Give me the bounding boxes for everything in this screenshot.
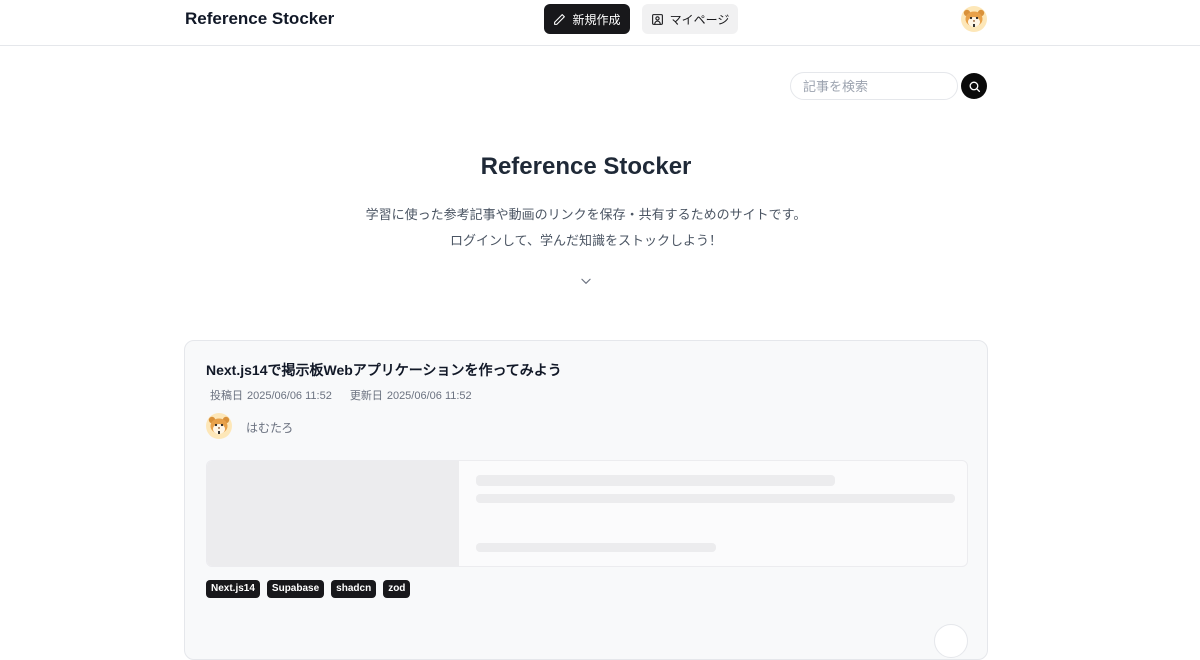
author-name[interactable]: はむたろ <box>246 419 293 436</box>
article-meta: 投稿日 2025/06/06 11:52 更新日 2025/06/06 11:52 <box>206 387 472 403</box>
updated-label: 更新日 <box>349 390 383 402</box>
tag-list: Next.js14 Supabase shadcn zod <box>206 580 411 598</box>
new-post-label: 新規作成 <box>572 12 621 27</box>
search-button[interactable] <box>961 73 987 99</box>
posted-value: 2025/06/06 11:52 <box>247 390 332 402</box>
tag-badge[interactable]: shadcn <box>331 580 377 598</box>
skeleton-line <box>476 543 716 552</box>
mypage-label: マイページ <box>669 12 730 27</box>
card-action-button[interactable] <box>934 624 968 658</box>
updated-date: 更新日 2025/06/06 11:52 <box>346 387 472 403</box>
search-icon <box>969 81 980 92</box>
author-avatar[interactable] <box>206 413 232 439</box>
user-square-icon <box>651 13 663 25</box>
search-input[interactable] <box>791 73 957 99</box>
link-preview[interactable] <box>206 460 968 567</box>
search-box <box>790 72 958 100</box>
hero-description-line1: 学習に使った参考記事や動画のリンクを保存・共有するためのサイトです。 <box>365 207 807 222</box>
top-header: Reference Stocker 新規作成 マイページ <box>0 0 1200 46</box>
new-post-button[interactable]: 新規作成 <box>544 4 630 34</box>
posted-date: 投稿日 2025/06/06 11:52 <box>206 387 332 403</box>
mypage-button[interactable]: マイページ <box>642 4 738 34</box>
tag-badge[interactable]: zod <box>383 580 411 598</box>
site-logo[interactable]: Reference Stocker <box>185 9 334 29</box>
hero-title: Reference Stocker <box>480 153 692 180</box>
article-card[interactable]: Next.js14で掲示板Webアプリケーションを作ってみよう 投稿日 2025/… <box>184 340 988 660</box>
tag-badge[interactable]: Supabase <box>266 580 325 598</box>
updated-value: 2025/06/06 11:52 <box>386 390 472 402</box>
chevron-down-icon[interactable] <box>579 274 593 288</box>
tag-badge[interactable]: Next.js14 <box>206 580 260 598</box>
skeleton-line <box>476 475 835 486</box>
article-title[interactable]: Next.js14で掲示板Webアプリケーションを作ってみよう <box>206 360 562 380</box>
preview-image-placeholder <box>207 461 459 566</box>
pencil-icon <box>554 13 566 25</box>
user-avatar[interactable] <box>961 6 987 32</box>
hero-description-line2: ログインして、学んだ知識をストックしよう！ <box>450 233 722 248</box>
posted-label: 投稿日 <box>210 390 243 402</box>
skeleton-line <box>476 494 955 503</box>
